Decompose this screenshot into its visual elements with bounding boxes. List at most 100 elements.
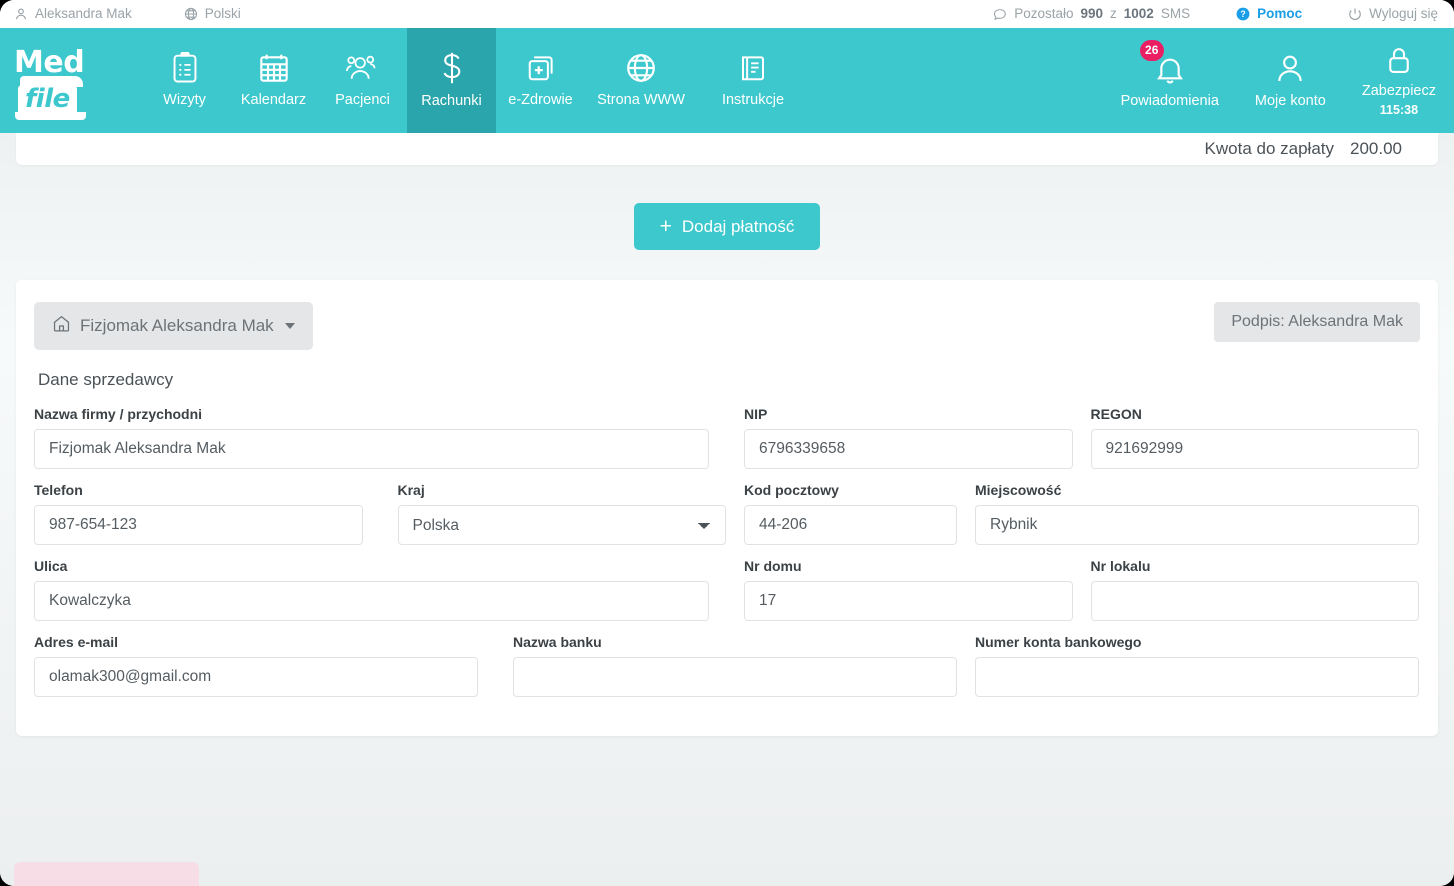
input-company-name[interactable]	[34, 429, 709, 469]
field-country: Kraj Polska	[381, 482, 728, 545]
seller-card-header: Fizjomak Aleksandra Mak Podpis: Aleksand…	[34, 302, 1420, 350]
label-regon: REGON	[1090, 406, 1142, 422]
input-apartment-number[interactable]	[1090, 581, 1419, 621]
signature-badge[interactable]: Podpis: Aleksandra Mak	[1214, 302, 1420, 342]
nav-item-instrukcje[interactable]: Instrukcje	[697, 28, 809, 133]
label-email: Adres e-mail	[34, 634, 119, 650]
nav-item-rachunki[interactable]: Rachunki	[407, 28, 496, 133]
label-city: Miejscowość	[975, 482, 1062, 498]
current-user-label: Aleksandra Mak	[35, 6, 132, 22]
lock-icon	[1384, 45, 1414, 75]
application-window: Aleksandra Mak Polski Pozostało 990 z 10…	[0, 0, 1454, 886]
field-bank-account: Numer konta bankowego	[958, 634, 1420, 697]
nav-label-zabezpiecz: Zabezpiecz	[1361, 83, 1436, 99]
add-payment-row: + Dodaj płatność	[0, 203, 1454, 250]
logo-file-text: file	[25, 84, 70, 115]
page-body: Kwota do zapłaty 200.00 + Dodaj płatność	[0, 133, 1454, 886]
nav-label-kalendarz: Kalendarz	[240, 91, 307, 108]
amount-summary-card: Kwota do zapłaty 200.00	[16, 133, 1438, 165]
add-payment-button[interactable]: + Dodaj płatność	[633, 203, 821, 250]
input-bank-account[interactable]	[975, 657, 1419, 697]
label-bank-name: Nazwa banku	[513, 634, 602, 650]
company-selector-dropdown[interactable]: Fizjomak Aleksandra Mak	[34, 302, 313, 350]
amount-due-label: Kwota do zapłaty	[1204, 139, 1334, 158]
nav-item-powiadomienia[interactable]: 26 Powiadomienia	[1103, 28, 1237, 133]
label-bank-account: Numer konta bankowego	[975, 634, 1142, 650]
sms-mid: z	[1110, 6, 1117, 22]
nav-label-strona-www: Strona WWW	[597, 91, 685, 108]
label-company-name: Nazwa firmy / przychodni	[34, 406, 203, 422]
globe-icon	[184, 7, 198, 21]
help-label: Pomoc	[1257, 6, 1303, 22]
sms-prefix: Pozostało	[1014, 6, 1074, 22]
nav-item-e-zdrowie[interactable]: e-Zdrowie	[496, 28, 585, 133]
field-bank-name: Nazwa banku	[496, 634, 958, 697]
calendar-icon	[258, 52, 290, 84]
dollar-icon	[438, 51, 466, 85]
field-apartment-number: Nr lokalu	[1074, 558, 1421, 621]
logo-med-text: Med	[14, 45, 85, 81]
field-nip: NIP	[727, 406, 1074, 469]
input-city[interactable]	[975, 505, 1419, 545]
main-navigation: Medfile Wizyty Kalendarz Pacjenci Rachun…	[0, 28, 1454, 133]
logout-label: Wyloguj się	[1369, 6, 1438, 22]
select-country[interactable]: Polska	[397, 505, 726, 545]
field-regon: REGON	[1074, 406, 1421, 469]
medical-card-icon	[526, 52, 556, 84]
field-city: Miejscowość	[958, 482, 1420, 545]
input-house-number[interactable]	[744, 581, 1073, 621]
signature-label: Podpis: Aleksandra Mak	[1231, 313, 1403, 330]
field-phone: Telefon	[34, 482, 381, 545]
language-label: Polski	[204, 6, 241, 22]
nav-item-strona-www[interactable]: Strona WWW	[585, 28, 697, 133]
logo-folder-shape: file	[15, 76, 86, 120]
app-logo[interactable]: Medfile	[0, 28, 140, 133]
svg-text:?: ?	[1240, 9, 1245, 19]
field-company-name: Nazwa firmy / przychodni	[34, 406, 727, 469]
nav-item-zabezpiecz[interactable]: Zabezpiecz 115:38	[1344, 28, 1454, 133]
download-toast[interactable]	[14, 862, 199, 886]
input-postal-code[interactable]	[744, 505, 957, 545]
field-postal-code: Kod pocztowy	[727, 482, 958, 545]
label-country: Kraj	[397, 482, 425, 498]
sms-remaining: 990	[1080, 6, 1104, 22]
help-link[interactable]: ? Pomoc	[1236, 7, 1302, 21]
nav-label-instrukcje: Instrukcje	[721, 91, 785, 108]
input-nip[interactable]	[744, 429, 1073, 469]
nav-label-wizyty: Wizyty	[163, 91, 206, 108]
nav-label-rachunki: Rachunki	[421, 92, 482, 109]
label-house-number: Nr domu	[744, 558, 802, 574]
input-regon[interactable]	[1090, 429, 1419, 469]
input-bank-name[interactable]	[513, 657, 957, 697]
chevron-down-icon	[284, 323, 295, 329]
current-user[interactable]: Aleksandra Mak	[14, 7, 132, 21]
input-street[interactable]	[34, 581, 709, 621]
logo-text: Medfile	[14, 45, 134, 120]
power-icon	[1348, 7, 1362, 21]
plus-icon: +	[659, 215, 672, 238]
sms-suffix: SMS	[1160, 6, 1191, 22]
input-email[interactable]	[34, 657, 478, 697]
book-icon	[738, 52, 768, 84]
label-phone: Telefon	[34, 482, 83, 498]
nav-item-pacjenci[interactable]: Pacjenci	[318, 28, 407, 133]
sms-total: 1002	[1123, 6, 1154, 22]
label-street: Ulica	[34, 558, 68, 574]
nav-right-items: 26 Powiadomienia Moje konto Zabezpiecz 1…	[1103, 28, 1454, 133]
utility-bar-right: Pozostało 990 z 1002 SMS ? Pomoc Wyloguj…	[993, 7, 1438, 21]
question-circle-icon: ?	[1236, 7, 1250, 21]
logout-link[interactable]: Wyloguj się	[1348, 7, 1438, 21]
nav-items: Wizyty Kalendarz Pacjenci Rachunki e-Zdr…	[140, 28, 809, 133]
nav-item-moje-konto[interactable]: Moje konto	[1237, 28, 1344, 133]
input-phone[interactable]	[34, 505, 363, 545]
nav-label-pacjenci: Pacjenci	[335, 91, 390, 108]
security-timer: 115:38	[1379, 102, 1419, 117]
add-payment-label: Dodaj płatność	[681, 216, 795, 236]
language-selector[interactable]: Polski	[184, 7, 241, 21]
nav-label-powiadomienia: Powiadomienia	[1120, 92, 1219, 109]
sms-counter: Pozostało 990 z 1002 SMS	[993, 7, 1190, 21]
section-title-seller-data: Dane sprzedawcy	[38, 370, 174, 389]
nav-item-kalendarz[interactable]: Kalendarz	[229, 28, 318, 133]
nav-item-wizyty[interactable]: Wizyty	[140, 28, 229, 133]
utility-bar-left: Aleksandra Mak Polski	[14, 7, 241, 21]
